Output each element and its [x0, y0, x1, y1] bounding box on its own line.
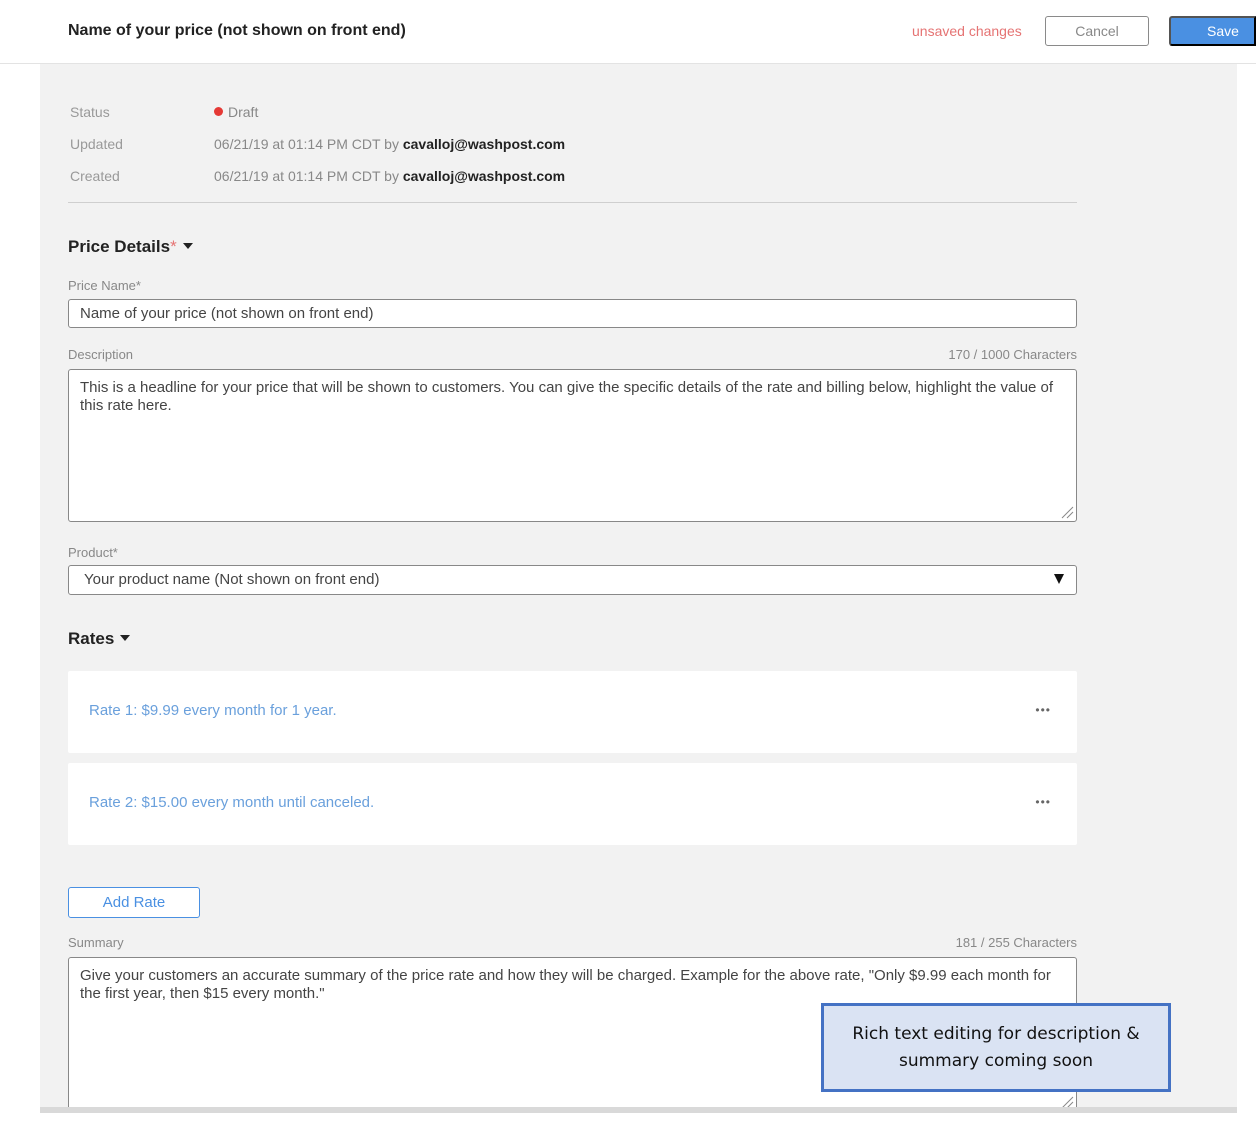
main-panel: Status Draft Updated 06/21/19 at 01:14 P…	[40, 64, 1237, 1108]
add-rate-button[interactable]: Add Rate	[68, 887, 200, 918]
annotation-callout: Rich text editing for description & summ…	[821, 1003, 1171, 1092]
status-dot-icon	[214, 107, 223, 116]
rate-label[interactable]: Rate 2: $15.00 every month until cancele…	[89, 794, 374, 811]
updated-user: cavalloj@washpost.com	[402, 136, 566, 152]
page-title: Name of your price (not shown on front e…	[68, 22, 406, 39]
created-label: Created	[70, 168, 120, 184]
divider	[68, 202, 1077, 203]
created-user: cavalloj@washpost.com	[402, 168, 566, 184]
top-bar: Name of your price (not shown on front e…	[0, 0, 1256, 64]
product-selected-value: Your product name (Not shown on front en…	[84, 571, 380, 588]
status-label: Status	[70, 104, 110, 120]
more-options-icon[interactable]: •••	[1035, 796, 1051, 808]
description-label: Description	[68, 347, 134, 362]
rate-card[interactable]: Rate 2: $15.00 every month until cancele…	[68, 763, 1077, 845]
rates-toggle[interactable]: Rates	[68, 629, 131, 649]
caret-down-icon	[120, 635, 131, 641]
price-details-toggle[interactable]: Price Details*	[68, 237, 193, 257]
product-label: Product*	[68, 545, 118, 560]
status-text: Draft	[228, 104, 259, 120]
summary-label: Summary	[68, 935, 124, 950]
resize-grip-icon[interactable]	[1060, 505, 1074, 519]
summary-text: Give your customers an accurate summary …	[80, 967, 1051, 1002]
status-value: Draft	[214, 104, 258, 120]
summary-char-count: 181 / 255 Characters	[955, 935, 1077, 950]
created-date: 06/21/19 at 01:14 PM CDT by	[214, 168, 399, 184]
rate-label[interactable]: Rate 1: $9.99 every month for 1 year.	[89, 702, 337, 719]
dropdown-arrow-icon	[1054, 574, 1064, 584]
cancel-button[interactable]: Cancel	[1045, 16, 1149, 46]
caret-down-icon	[182, 243, 193, 249]
save-button[interactable]: Save	[1169, 16, 1256, 46]
product-select[interactable]: Your product name (Not shown on front en…	[68, 565, 1077, 595]
price-name-input[interactable]: Name of your price (not shown on front e…	[68, 299, 1077, 328]
updated-label: Updated	[70, 136, 123, 152]
required-mark: *	[170, 237, 177, 256]
description-char-count: 170 / 1000 Characters	[948, 347, 1077, 362]
description-text: This is a headline for your price that w…	[80, 379, 1054, 414]
price-details-title: Price Details	[68, 237, 171, 256]
price-name-label: Price Name*	[68, 278, 141, 293]
updated-value: 06/21/19 at 01:14 PM CDT by cavalloj@was…	[214, 136, 565, 152]
updated-date: 06/21/19 at 01:14 PM CDT by	[214, 136, 399, 152]
rates-title: Rates	[68, 629, 115, 648]
description-textarea[interactable]: This is a headline for your price that w…	[68, 369, 1077, 522]
rate-card[interactable]: Rate 1: $9.99 every month for 1 year. ••…	[68, 671, 1077, 753]
created-value: 06/21/19 at 01:14 PM CDT by cavalloj@was…	[214, 168, 565, 184]
more-options-icon[interactable]: •••	[1035, 704, 1051, 716]
bottom-border	[40, 1107, 1237, 1113]
unsaved-changes-indicator: unsaved changes	[912, 23, 1022, 39]
